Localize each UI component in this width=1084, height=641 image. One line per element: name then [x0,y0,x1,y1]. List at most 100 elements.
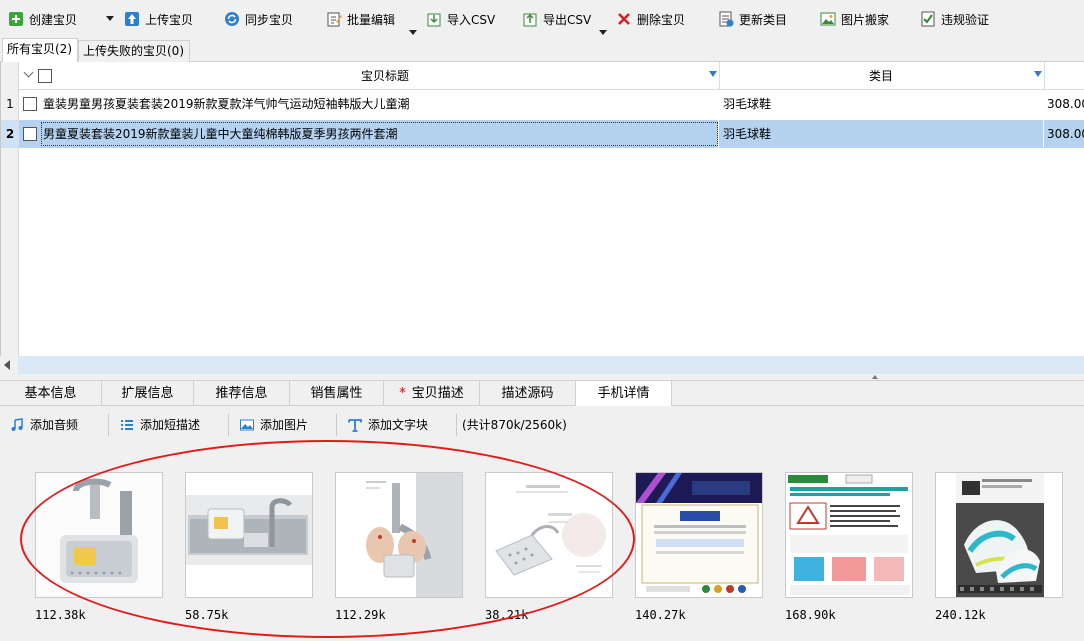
grid-header: 宝贝标题 类目 [1,62,1084,90]
update-category-button[interactable]: 更新类目 [718,8,787,30]
tab-extended-info[interactable]: 扩展信息 [102,381,194,406]
upload-button[interactable]: 上传宝贝 [124,8,193,30]
create-dropdown-arrow[interactable] [106,16,114,21]
faucet-caddy-photo [36,473,162,597]
violation-check-button[interactable]: 违规验证 [920,8,989,30]
hands-installing-photo [336,473,462,597]
sink-caddy-photo [186,473,312,597]
add-text-block-button[interactable]: 添加文字块 [348,414,428,436]
toolbar-separator [228,414,229,436]
add-short-description-button[interactable]: 添加短描述 [120,414,200,436]
column-separator [1044,62,1045,90]
chevron-down-icon[interactable] [23,67,34,78]
horizontal-scrollbar[interactable] [0,356,1084,374]
row-price[interactable]: 308.00 [1047,120,1084,148]
table-row[interactable]: 1 童装男童男孩夏装套装2019新款夏款洋气帅气运动短袖韩版大儿童潮 羽毛球鞋 … [1,90,1084,118]
row-title[interactable]: 男童夏装套装2019新款童装儿童中大童纯棉韩版夏季男孩两件套潮 [43,120,398,148]
import-icon [426,11,442,27]
row-checkbox[interactable] [23,127,37,141]
sync-icon [224,11,240,27]
export-icon [522,11,538,27]
image-size: 240.12k [935,608,986,622]
main-toolbar: 创建宝贝 上传宝贝 同步宝贝 批量编辑 导入CSV 导出CSV 删除宝贝 更新类… [0,0,1084,38]
total-size-label: (共计870k/2560k) [462,418,567,432]
mobile-image-list: 112.38k 58.75k 112.29k 38.21k 140.27k 16… [0,440,1084,641]
upload-icon [124,11,140,27]
row-category[interactable]: 羽毛球鞋 [723,120,771,148]
column-separator [1043,120,1044,148]
text-icon [348,418,362,432]
image-move-icon [820,11,836,27]
product-detail-photo [486,473,612,597]
tab-sales-attributes[interactable]: 销售属性 [290,381,384,406]
toolbar-separator [108,414,109,436]
image-thumbnail[interactable] [35,472,163,598]
category-filter-icon[interactable] [1034,71,1042,77]
batch-edit-button[interactable]: 批量编辑 [326,8,395,30]
toolbar-separator [456,414,457,436]
row-number: 1 [6,97,14,111]
row-price[interactable]: 308.00 [1047,90,1084,118]
certificate-banner-image [636,473,762,597]
tab-description-source[interactable]: 描述源码 [480,381,576,406]
row-number: 2 [1,120,19,148]
delete-item-button[interactable]: 删除宝贝 [616,8,685,30]
tab-all-items[interactable]: 所有宝贝(2) [2,38,78,62]
header-corner [1,62,19,90]
toolbar-separator [336,414,337,436]
detail-tabs: 基本信息 扩展信息 推荐信息 销售属性 * 宝贝描述 描述源码 手机详情 [0,380,1084,406]
tab-label: 宝贝描述 [411,386,464,401]
add-icon [8,11,24,27]
delete-icon [616,11,632,27]
image-size: 58.75k [185,608,229,622]
image-thumbnail[interactable] [185,472,313,598]
tab-upload-failed[interactable]: 上传失败的宝贝(0) [78,40,190,62]
select-all-checkbox[interactable] [38,69,52,83]
add-audio-button[interactable]: 添加音频 [10,414,78,436]
tab-basic-info[interactable]: 基本信息 [0,381,102,406]
mobile-detail-toolbar: 添加音频 添加短描述 添加图片 添加文字块 (共计870k/2560k) [0,410,1084,438]
create-item-button[interactable]: 创建宝贝 [8,8,77,30]
check-icon [920,11,936,27]
title-filter-icon[interactable] [709,71,717,77]
edit-icon [326,11,342,27]
column-header-title[interactable]: 宝贝标题 [53,62,717,90]
export-csv-button[interactable]: 导出CSV [522,8,591,30]
document-update-icon [718,11,734,27]
music-note-icon [10,418,24,432]
image-size: 38.21k [485,608,529,622]
tab-mobile-details[interactable]: 手机详情 [576,381,672,406]
required-star: * [399,386,406,401]
image-size: 112.29k [335,608,386,622]
splitter-grip-icon[interactable] [872,375,878,379]
tab-item-description[interactable]: * 宝贝描述 [384,381,480,406]
sync-button[interactable]: 同步宝贝 [224,8,293,30]
badminton-shoes-image [936,473,1062,597]
scrollbar-track[interactable] [18,356,1084,374]
image-move-button[interactable]: 图片搬家 [820,8,889,30]
image-thumbnail[interactable] [635,472,763,598]
row-checkbox[interactable] [23,97,37,111]
row-title[interactable]: 童装男童男孩夏装套装2019新款夏款洋气帅气运动短袖韩版大儿童潮 [43,90,410,118]
tab-recommend-info[interactable]: 推荐信息 [194,381,290,406]
export-csv-dropdown-arrow[interactable] [599,30,607,35]
image-size: 140.27k [635,608,686,622]
image-thumbnail[interactable] [335,472,463,598]
image-thumbnail[interactable] [935,472,1063,598]
row-category[interactable]: 羽毛球鞋 [723,90,771,118]
list-icon [120,418,134,432]
image-icon [240,418,254,432]
item-filter-tabs: 所有宝贝(2) 上传失败的宝贝(0) [0,38,1084,62]
column-header-category[interactable]: 类目 [720,62,1042,90]
add-image-button[interactable]: 添加图片 [240,414,308,436]
image-thumbnail[interactable] [485,472,613,598]
batch-edit-dropdown-arrow[interactable] [409,30,417,35]
image-thumbnail[interactable] [785,472,913,598]
table-row-selected[interactable]: 2 男童夏装套装2019新款童装儿童中大童纯棉韩版夏季男孩两件套潮 羽毛球鞋 3… [1,120,1084,148]
column-separator [718,120,719,148]
image-size: 168.90k [785,608,836,622]
scroll-left-arrow-icon[interactable] [4,360,10,370]
item-grid: 宝贝标题 类目 1 童装男童男孩夏装套装2019新款夏款洋气帅气运动短袖韩版大儿… [0,62,1084,358]
import-csv-button[interactable]: 导入CSV [426,8,495,30]
size-price-chart-image [786,473,912,597]
